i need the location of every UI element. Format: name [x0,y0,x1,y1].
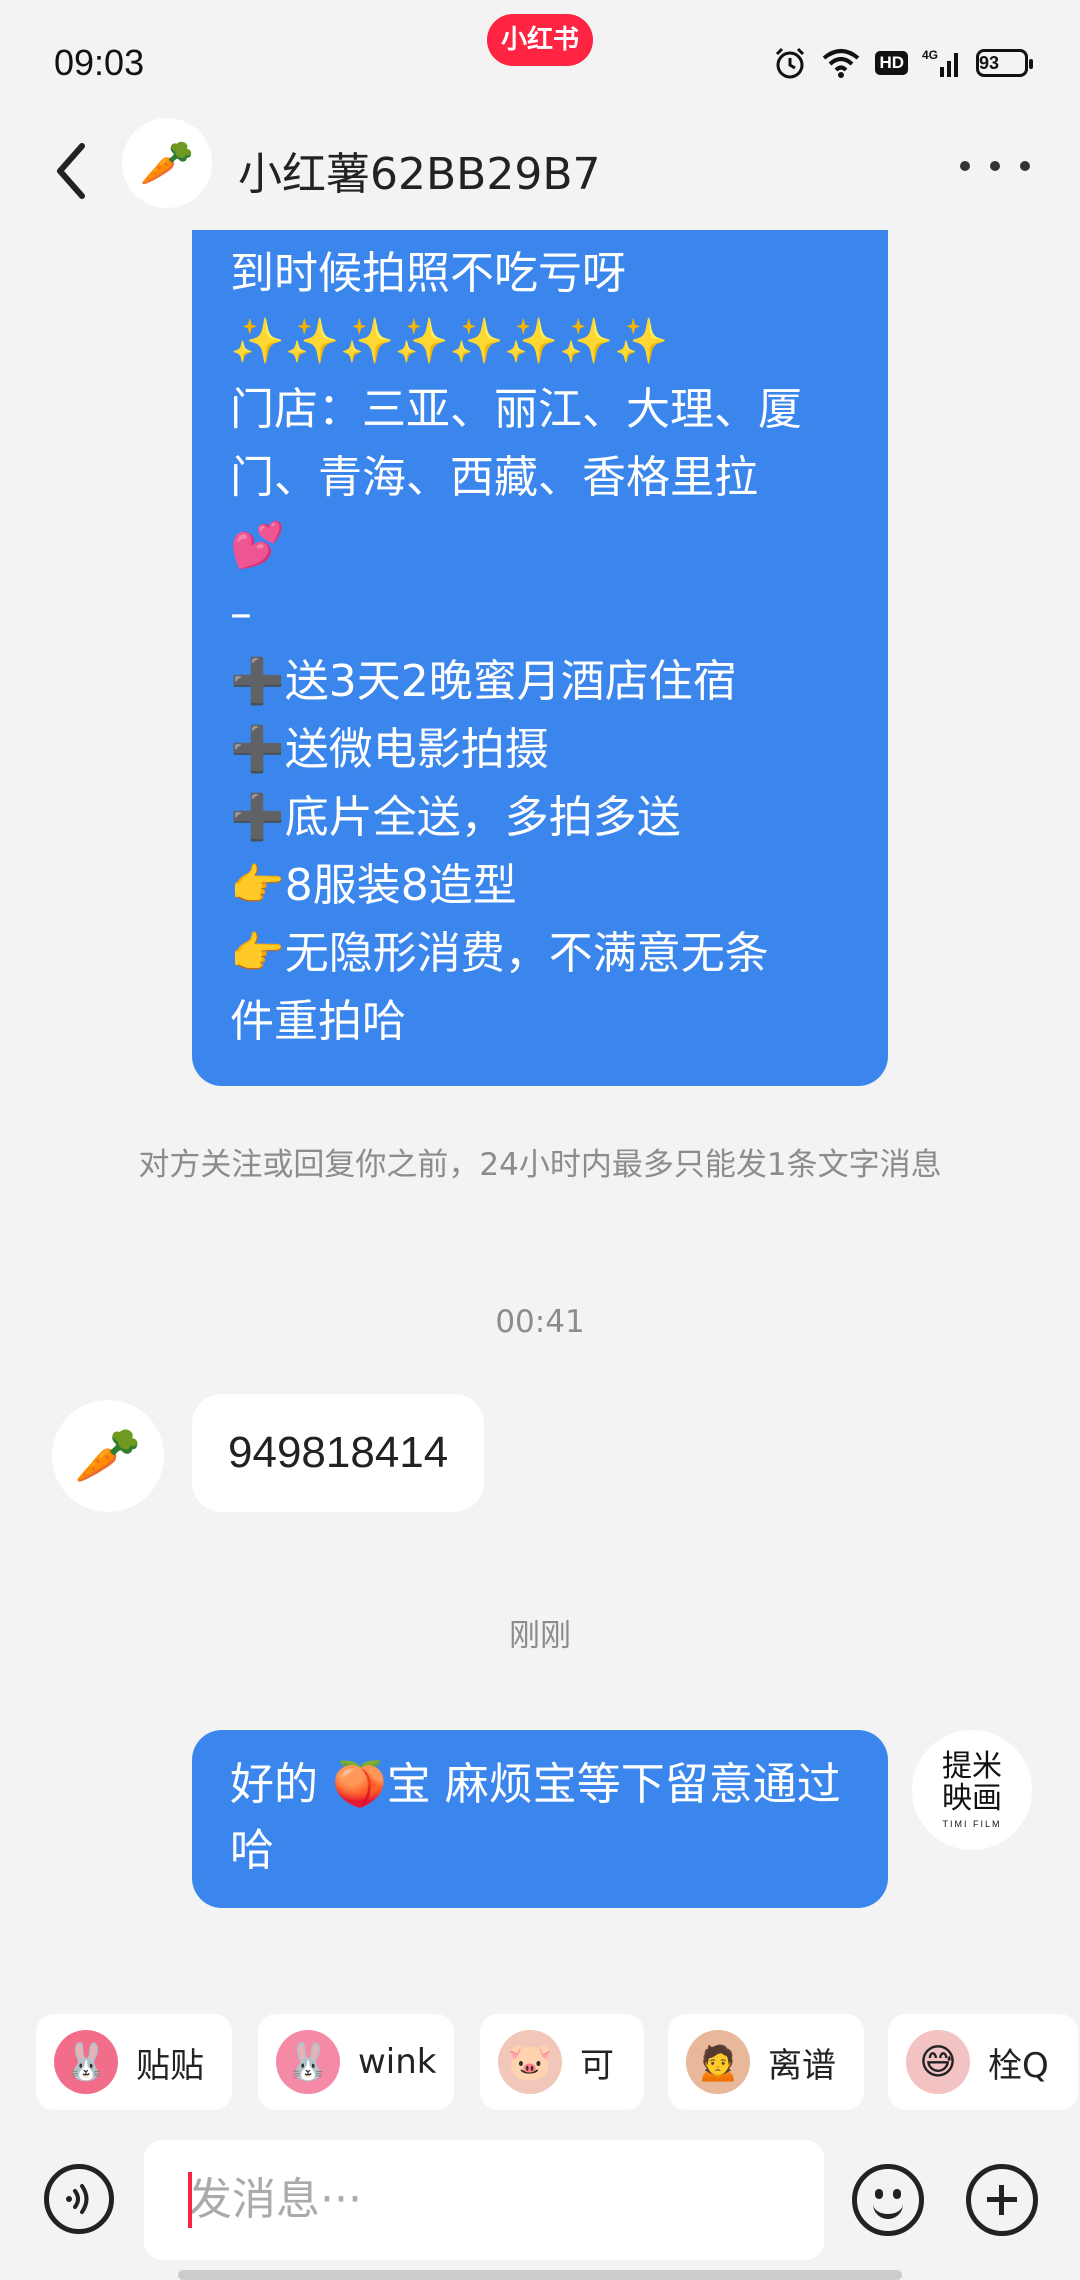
text-caret [188,2172,192,2228]
message-line: ➕送3天2晚蜜月酒店住宿 [230,656,737,707]
wifi-icon [821,47,861,79]
sticker-item[interactable]: 🐰 wink [258,2014,454,2110]
voice-input-button[interactable] [44,2164,114,2234]
alarm-icon [773,46,807,80]
my-avatar[interactable]: 提米 映画 TIMI FILM [912,1730,1032,1850]
chevron-left-icon [57,143,85,199]
message-line: ➕送微电影拍摄 [230,724,549,775]
timestamp: 刚刚 [509,1618,571,1654]
message-line: ✨✨✨✨✨✨✨✨ [230,316,669,367]
message-line: 👉8服装8造型 [230,860,517,911]
contact-avatar[interactable]: 🥕 [52,1400,164,1512]
battery-indicator: 93 [976,49,1033,77]
sticker-label: 可 [580,2045,614,2086]
sticker-face-icon: 🐷 [498,2030,562,2094]
avatar-text-line2: 映画 [942,1781,1002,1816]
message-line: 件重拍哈 [230,996,406,1047]
avatar-text-line1: 提米 [942,1749,1002,1784]
contact-name[interactable]: 小红薯62BB29B7 [238,138,601,202]
dot [1020,161,1030,171]
sent-message-bubble[interactable]: 好的 🍑宝 麻烦宝等下留意通过哈 [192,1730,888,1908]
status-icons: HD 4G 93 [773,46,1033,80]
emoji-icon-mouth [873,2203,903,2219]
voice-icon [66,2184,89,2214]
signal-icon: 4G [922,47,962,79]
more-options-button[interactable] [950,146,1040,186]
sent-message-bubble[interactable]: 到时候拍照不吃亏呀 ✨✨✨✨✨✨✨✨ 门店：三亚、丽江、大理、厦 门、青海、西藏、香格… [192,230,888,1086]
sticker-item[interactable]: 😅 栓Q [888,2014,1078,2110]
dot [960,161,970,171]
status-bar: 09:03 小红书 HD 4G 93 [0,0,1080,120]
hd-badge: HD [875,51,908,75]
sticker-face-icon: 🐰 [54,2030,118,2094]
dot [990,161,1000,171]
sticker-label: wink [358,2042,437,2082]
message-line: 👉无隐形消费，不满意无条 [230,928,769,979]
back-button[interactable] [44,136,104,206]
message-line: 门店：三亚、丽江、大理、厦 [230,384,802,435]
sticker-face-icon: 🐰 [276,2030,340,2094]
timestamp: 00:41 [495,1304,585,1340]
emoji-button[interactable] [852,2164,924,2236]
message-line: 💕 [230,520,285,571]
status-time: 09:03 [54,42,145,83]
carrot-icon: 🥕 [74,1424,142,1487]
avatar-subtext: TIMI FILM [942,1819,1002,1829]
message-line: 门、青海、西藏、香格里拉 [230,452,758,503]
sticker-face-icon: 🙍 [686,2030,750,2094]
home-indicator [178,2270,902,2280]
sticker-suggestions: 🐰 贴贴 🐰 wink 🐷 可 🙍 离谱 😅 栓Q [0,1990,1080,2140]
app-badge: 小红书 [487,14,593,66]
message-input[interactable]: 发消息··· [144,2140,824,2260]
add-attachment-button[interactable] [966,2164,1038,2236]
sticker-item[interactable]: 🙍 离谱 [668,2014,864,2110]
message-line: – [230,588,252,639]
input-bar: 发消息··· [0,2140,1080,2280]
sticker-label: 贴贴 [136,2045,204,2086]
sticker-item[interactable]: 🐷 可 [480,2014,644,2110]
sticker-label: 栓Q [988,2045,1049,2086]
chat-header: 🥕 小红薯62BB29B7 [0,110,1080,230]
received-message-bubble[interactable]: 949818414 [192,1394,485,1512]
chat-area[interactable]: 到时候拍照不吃亏呀 ✨✨✨✨✨✨✨✨ 门店：三亚、丽江、大理、厦 门、青海、西藏、香格… [0,230,1080,1990]
sticker-label: 离谱 [768,2045,836,2086]
carrot-icon: 🥕 [139,138,195,189]
emoji-icon-eye [893,2189,901,2199]
emoji-icon-eye [875,2189,883,2199]
sticker-item[interactable]: 🐰 贴贴 [36,2014,232,2110]
svg-text:4G: 4G [922,48,938,62]
message-input-placeholder: 发消息··· [188,2174,362,2225]
message-line: ➕底片全送，多拍多送 [230,792,681,843]
system-note: 对方关注或回复你之前，24小时内最多只能发1条文字消息 [138,1147,942,1183]
message-line: 到时候拍照不吃亏呀 [230,248,626,299]
sticker-face-icon: 😅 [906,2030,970,2094]
contact-avatar[interactable]: 🥕 [122,118,212,208]
